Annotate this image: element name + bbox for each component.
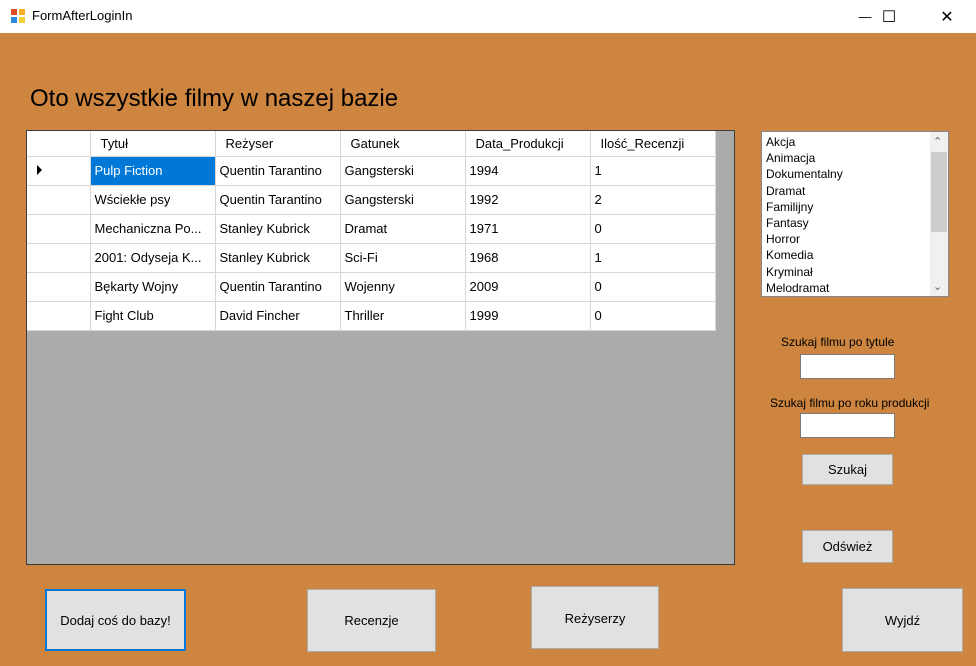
table-cell[interactable]: 0 <box>590 272 716 302</box>
genre-item[interactable]: Melodramat <box>766 280 948 296</box>
table-cell[interactable]: 1 <box>590 156 716 186</box>
genre-item[interactable]: Akcja <box>766 134 948 150</box>
scrollbar-thumb[interactable] <box>931 152 947 232</box>
window-title: FormAfterLoginIn <box>32 8 133 23</box>
exit-button[interactable]: Wyjdź <box>842 588 963 652</box>
genre-item[interactable]: Komedia <box>766 247 948 263</box>
table-cell[interactable]: Gangsterski <box>340 156 466 186</box>
title-search-input[interactable] <box>800 354 895 379</box>
directors-button[interactable]: Reżyserzy <box>531 586 659 649</box>
column-header-review-count[interactable]: Ilość_Recenzji <box>590 131 716 157</box>
title-bar: FormAfterLoginIn — ☐ ✕ <box>0 0 976 33</box>
table-cell[interactable]: Pulp Fiction <box>90 156 216 186</box>
table-cell[interactable]: Gangsterski <box>340 185 466 215</box>
row-header[interactable] <box>27 185 91 215</box>
page-title: Oto wszystkie filmy w naszej bazie <box>30 85 399 112</box>
row-header[interactable] <box>27 301 91 331</box>
table-cell[interactable]: Quentin Tarantino <box>215 272 341 302</box>
genre-scrollbar[interactable]: ⌃ ⌄ <box>930 132 948 296</box>
add-to-database-button[interactable]: Dodaj coś do bazy! <box>45 589 186 651</box>
genre-item[interactable]: Dokumentalny <box>766 166 948 182</box>
table-cell[interactable]: 1 <box>590 243 716 273</box>
table-cell[interactable]: Quentin Tarantino <box>215 185 341 215</box>
year-search-input[interactable] <box>800 413 895 438</box>
table-cell[interactable]: Fight Club <box>90 301 216 331</box>
column-header-title[interactable]: Tytuł <box>90 131 216 157</box>
genre-item[interactable]: Familijny <box>766 199 948 215</box>
genre-item[interactable]: Horror <box>766 231 948 247</box>
genre-item[interactable]: Fantasy <box>766 215 948 231</box>
form-client-area: Oto wszystkie filmy w naszej bazie Tytuł… <box>0 33 976 666</box>
table-cell[interactable]: 1994 <box>465 156 591 186</box>
genre-item[interactable]: Kryminał <box>766 264 948 280</box>
table-cell[interactable]: Stanley Kubrick <box>215 243 341 273</box>
table-row[interactable]: Pulp Fiction Quentin Tarantino Gangsters… <box>27 156 716 186</box>
reviews-button[interactable]: Recenzje <box>307 589 436 652</box>
table-row[interactable]: 2001: Odyseja K... Stanley Kubrick Sci-F… <box>27 243 716 273</box>
table-row[interactable]: Mechaniczna Po... Stanley Kubrick Dramat… <box>27 214 716 244</box>
row-header[interactable] <box>27 214 91 244</box>
table-cell[interactable]: Wściekłe psy <box>90 185 216 215</box>
current-row-arrow-icon <box>37 165 42 175</box>
table-cell[interactable]: 1968 <box>465 243 591 273</box>
table-cell[interactable]: 1999 <box>465 301 591 331</box>
table-cell[interactable]: Quentin Tarantino <box>215 156 341 186</box>
scroll-up-icon[interactable]: ⌃ <box>933 135 942 148</box>
column-header-director[interactable]: Reżyser <box>215 131 341 157</box>
table-cell[interactable]: 2 <box>590 185 716 215</box>
table-cell[interactable]: Sci-Fi <box>340 243 466 273</box>
table-cell[interactable]: 1971 <box>465 214 591 244</box>
table-cell[interactable]: 0 <box>590 214 716 244</box>
table-cell[interactable]: Bękarty Wojny <box>90 272 216 302</box>
row-header[interactable] <box>27 272 91 302</box>
table-cell[interactable]: Thriller <box>340 301 466 331</box>
column-header-production-date[interactable]: Data_Produkcji <box>465 131 591 157</box>
genre-item[interactable]: Dramat <box>766 183 948 199</box>
title-search-label: Szukaj filmu po tytule <box>781 335 895 349</box>
table-cell[interactable]: David Fincher <box>215 301 341 331</box>
movies-table: Tytuł Reżyser Gatunek Data_Produkcji Ilo… <box>27 131 716 331</box>
table-cell[interactable]: Dramat <box>340 214 466 244</box>
table-cell[interactable]: 2009 <box>465 272 591 302</box>
movies-grid[interactable]: Tytuł Reżyser Gatunek Data_Produkcji Ilo… <box>26 130 735 565</box>
refresh-button[interactable]: Odśwież <box>802 530 893 563</box>
table-row[interactable]: Bękarty Wojny Quentin Tarantino Wojenny … <box>27 272 716 302</box>
search-button[interactable]: Szukaj <box>802 454 893 485</box>
maximize-button[interactable]: ☐ <box>866 0 912 33</box>
scroll-down-icon[interactable]: ⌄ <box>933 280 942 293</box>
table-cell[interactable]: 2001: Odyseja K... <box>90 243 216 273</box>
row-header[interactable] <box>27 243 91 273</box>
table-cell[interactable]: Stanley Kubrick <box>215 214 341 244</box>
row-header[interactable] <box>27 156 91 186</box>
table-row[interactable]: Wściekłe psy Quentin Tarantino Gangsters… <box>27 185 716 215</box>
table-cell[interactable]: Mechaniczna Po... <box>90 214 216 244</box>
table-cell[interactable]: Wojenny <box>340 272 466 302</box>
grid-corner-header[interactable] <box>27 131 91 157</box>
column-header-genre[interactable]: Gatunek <box>340 131 466 157</box>
close-button[interactable]: ✕ <box>924 0 970 33</box>
table-cell[interactable]: 1992 <box>465 185 591 215</box>
genre-item[interactable]: Animacja <box>766 150 948 166</box>
genre-listbox[interactable]: Akcja Animacja Dokumentalny Dramat Famil… <box>761 131 949 297</box>
year-search-label: Szukaj filmu po roku produkcji <box>770 396 930 410</box>
table-cell[interactable]: 0 <box>590 301 716 331</box>
table-row[interactable]: Fight Club David Fincher Thriller 1999 0 <box>27 301 716 331</box>
app-icon <box>11 9 25 23</box>
